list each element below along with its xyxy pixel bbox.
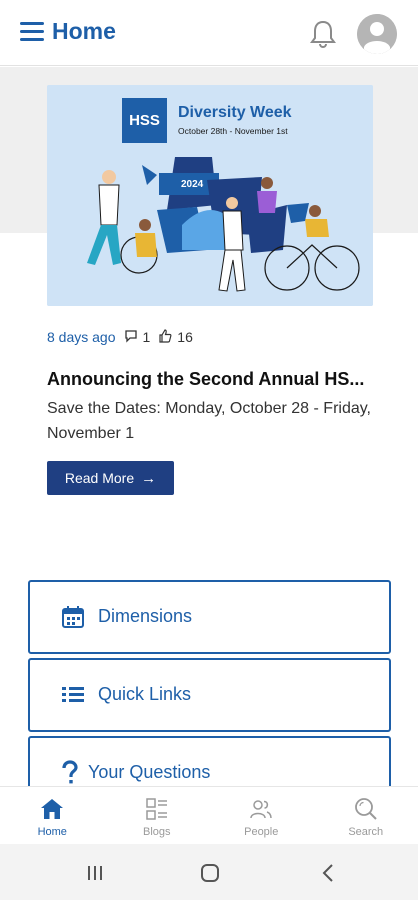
comment-count[interactable]: 1	[124, 329, 151, 346]
quick-links-tile[interactable]: Quick Links	[28, 658, 391, 732]
post-time: 8 days ago	[47, 329, 116, 345]
app-header: Home	[0, 0, 418, 66]
arrow-right-icon: →	[141, 469, 157, 487]
tile-label-dimensions: Dimensions	[98, 606, 193, 626]
dimensions-tile[interactable]: Dimensions	[28, 580, 391, 654]
comment-count-value: 1	[142, 329, 151, 345]
post-title[interactable]: Announcing the Second Annual HS...	[47, 369, 387, 390]
hss-logo: HSS	[122, 98, 167, 143]
home-icon	[40, 797, 64, 821]
like-count-value: 16	[177, 329, 193, 345]
user-avatar-icon[interactable]	[357, 14, 397, 54]
banner-dates: October 28th - November 1st	[178, 126, 288, 136]
like-count[interactable]: 16	[158, 328, 193, 346]
nav-label-blogs: Blogs	[142, 826, 171, 838]
nav-label-people: People	[244, 826, 279, 838]
banner-title: Diversity Week	[178, 104, 292, 121]
post-description: Save the Dates: Monday, October 28 - Fri…	[47, 400, 371, 442]
bell-icon[interactable]	[308, 18, 338, 50]
back-icon[interactable]	[318, 862, 340, 884]
list-icon	[60, 682, 86, 708]
home-button-icon[interactable]	[199, 862, 221, 884]
nav-label-search: Search	[348, 826, 384, 838]
read-more-label: Read More	[64, 470, 135, 486]
nav-item-blogs[interactable]: Blogs	[105, 787, 210, 845]
page-title: Home	[52, 18, 116, 44]
calendar-icon	[60, 604, 86, 630]
read-more-button[interactable]: Read More →	[47, 461, 174, 495]
nav-item-home[interactable]: Home	[0, 787, 105, 845]
bottom-navigation: Home Blogs People Search	[0, 786, 418, 844]
hamburger-menu-icon[interactable]	[20, 22, 44, 42]
nav-item-search[interactable]: Search	[314, 787, 418, 845]
thumbs-up-icon	[158, 328, 172, 346]
post-meta: 8 days ago 1 16	[47, 327, 193, 347]
nav-item-people[interactable]: People	[209, 787, 314, 845]
tile-label-your-questions: Your Questions	[88, 762, 211, 782]
blogs-icon	[145, 797, 169, 821]
people-icon	[249, 797, 273, 821]
tile-label-quick-links: Quick Links	[98, 684, 192, 704]
banner-year: 2024	[181, 179, 204, 190]
recent-apps-icon[interactable]	[84, 862, 106, 884]
nav-label-home: Home	[37, 826, 67, 838]
system-navigation-bar	[0, 844, 418, 900]
diversity-week-banner-image[interactable]: HSS Diversity Week October 28th - Novemb…	[47, 85, 373, 306]
comment-icon	[124, 329, 138, 346]
search-icon	[354, 797, 378, 821]
question-icon	[60, 760, 86, 786]
